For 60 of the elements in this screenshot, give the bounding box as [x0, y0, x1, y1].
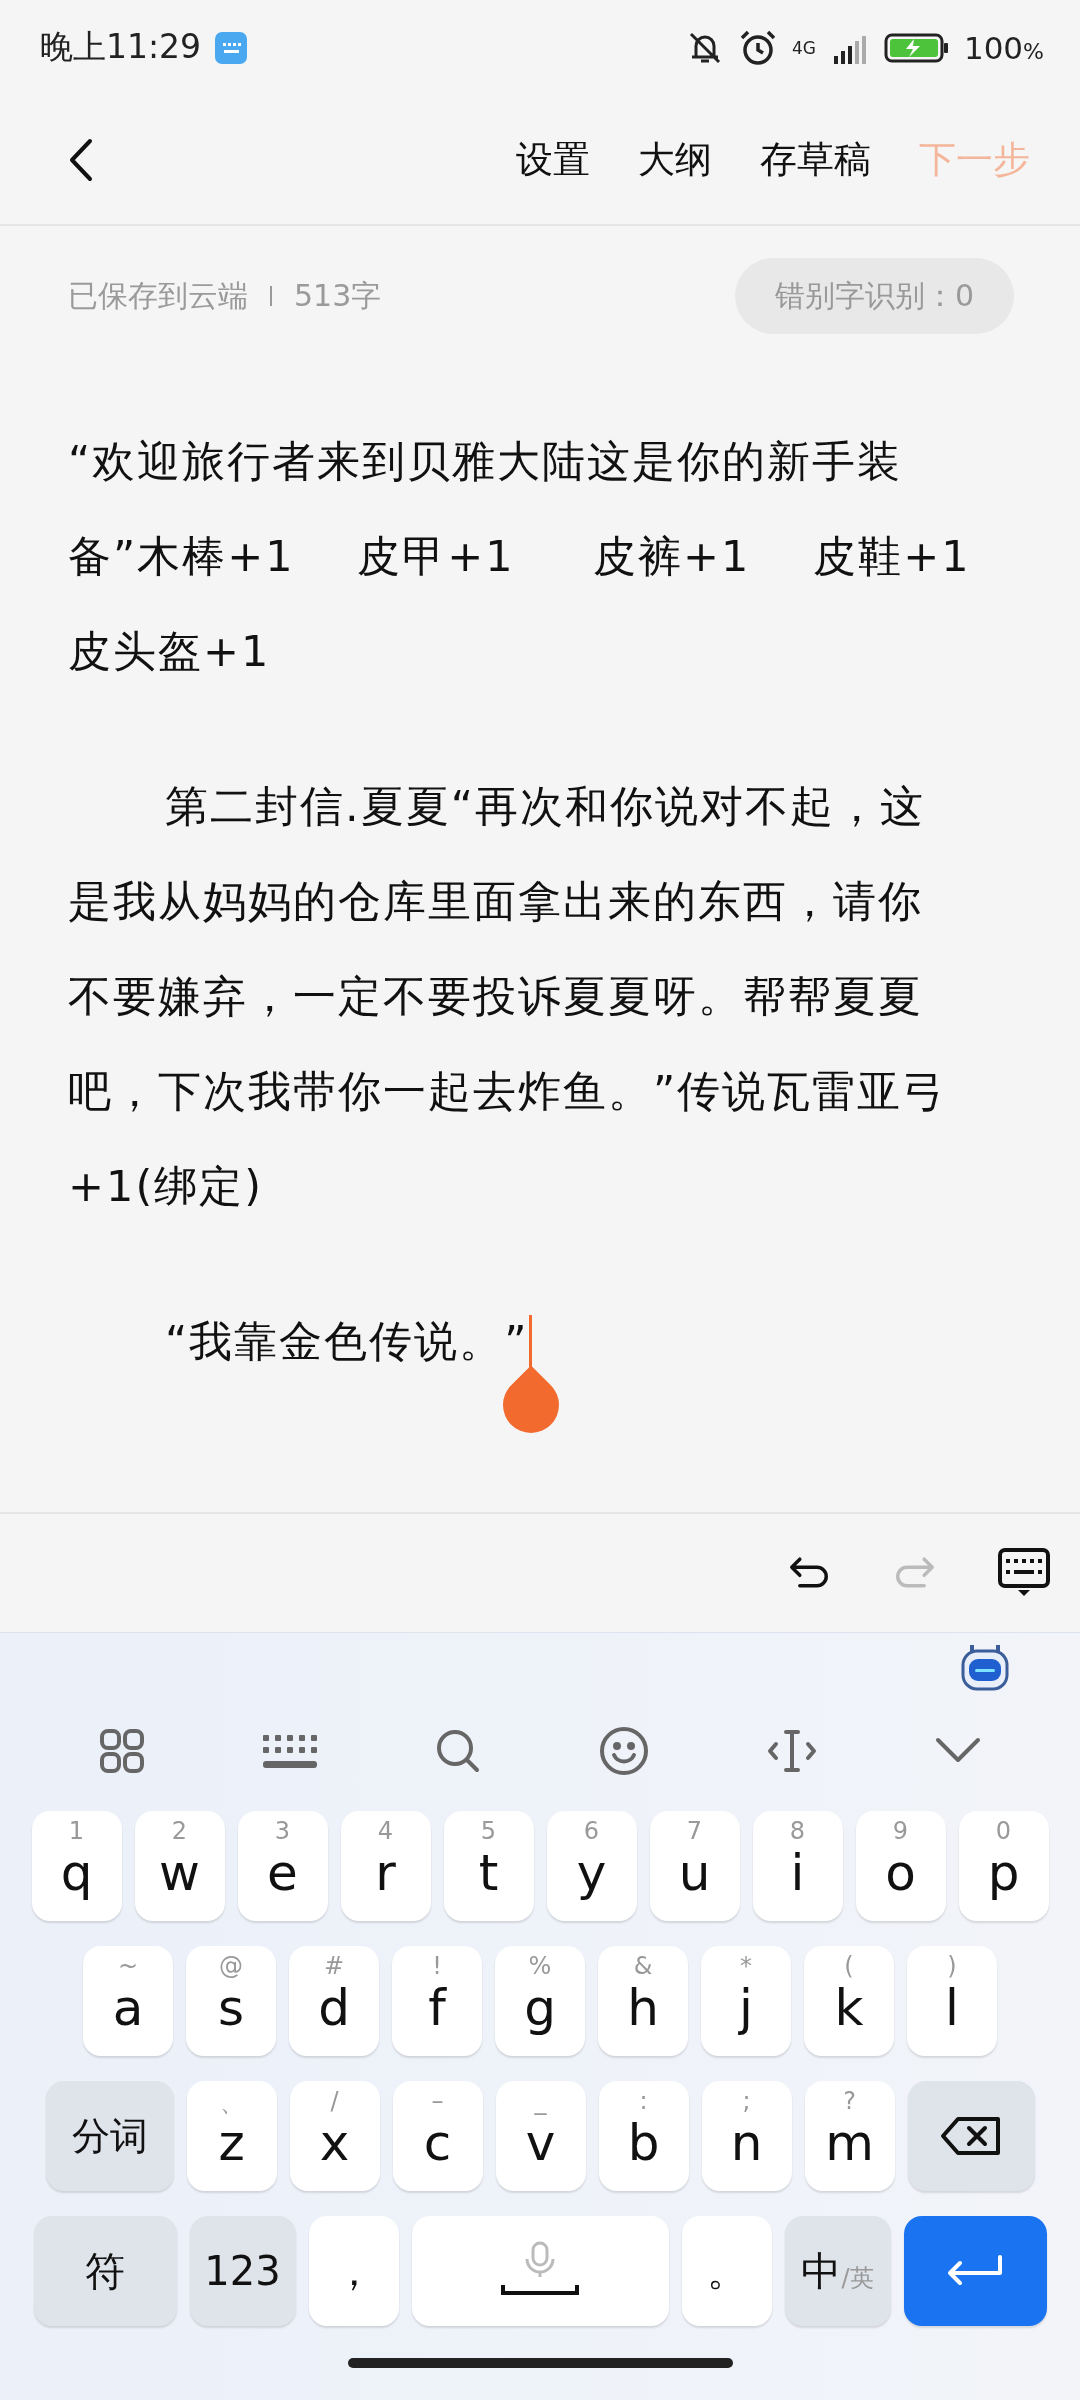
key[interactable]: 1 q — [31, 1811, 122, 1921]
nav-button[interactable]: 设置 — [496, 134, 610, 185]
key[interactable]: : b — [598, 2081, 689, 2191]
text-line: 吧，下次我带你一起去炸鱼。”传说瓦雷亚弓 — [68, 1066, 948, 1116]
text-line: “我靠金色传说。” — [164, 1316, 529, 1366]
key[interactable]: / x — [289, 2081, 380, 2191]
key[interactable]: 4 r — [340, 1811, 431, 1921]
text-line: 是我从妈妈的仓库里面拿出来的东西，请你 — [68, 876, 923, 926]
key[interactable]: 6 y — [546, 1811, 637, 1921]
status-time: 晚上11:29 — [40, 26, 202, 68]
key[interactable]: ; n — [701, 2081, 792, 2191]
text-line: 第二封信.夏夏“再次和你说对不起，这 — [164, 781, 925, 831]
nav-button[interactable]: 存草稿 — [740, 134, 891, 185]
key[interactable]: ~ a — [83, 1946, 173, 2056]
robot-icon[interactable] — [960, 1643, 1010, 1691]
emoji-icon[interactable] — [599, 1726, 649, 1776]
save-status: 已保存到云端 — [68, 276, 248, 315]
backspace-icon — [940, 2116, 1002, 2156]
key[interactable]: @ s — [186, 1946, 276, 2056]
keyboard-icon — [215, 31, 248, 64]
key[interactable]: # d — [289, 1946, 379, 2056]
key[interactable]: 123 — [189, 2216, 296, 2326]
key[interactable]: ? m — [804, 2081, 895, 2191]
key[interactable]: 9 o — [855, 1811, 946, 1921]
key[interactable]: 7 u — [649, 1811, 740, 1921]
apps-icon[interactable] — [99, 1728, 145, 1774]
key[interactable]: 8 i — [752, 1811, 843, 1921]
text-line: 皮头盔+1 — [68, 626, 271, 676]
enter-key[interactable] — [903, 2216, 1047, 2326]
text-line: 不要嫌弃，一定不要投诉夏夏呀。帮帮夏夏 — [68, 971, 923, 1021]
key[interactable]: 2 w — [134, 1811, 225, 1921]
text-line: 备”木棒+1 皮甲+1 皮裤+1 皮鞋+1 — [68, 531, 971, 581]
key[interactable]: 、 z — [186, 2081, 277, 2191]
word-count: 513字 — [294, 276, 382, 315]
text-line: “欢迎旅行者来到贝雅大陆这是你的新手装 — [68, 436, 903, 486]
key[interactable]: ( k — [804, 1946, 894, 2056]
key[interactable]: % g — [495, 1946, 585, 2056]
key[interactable]: 符 — [33, 2216, 177, 2326]
text-line: +1(绑定) — [68, 1161, 263, 1211]
key[interactable]: & h — [598, 1946, 688, 2056]
cursor-move-icon[interactable] — [767, 1728, 817, 1774]
key[interactable]: 3 e — [237, 1811, 328, 1921]
key[interactable]: * j — [701, 1946, 791, 2056]
key[interactable]: 0 p — [958, 1811, 1049, 1921]
language-key[interactable]: 中/英 — [784, 2216, 891, 2326]
key[interactable]: 分词 — [45, 2081, 174, 2191]
keyboard-hide-icon[interactable] — [998, 1548, 1050, 1598]
key[interactable]: 。 — [681, 2216, 772, 2326]
key[interactable]: 5 t — [443, 1811, 534, 1921]
key[interactable]: _ v — [495, 2081, 586, 2191]
network-type: 4G — [791, 37, 816, 58]
key[interactable]: ! f — [392, 1946, 482, 2056]
backspace-key[interactable] — [907, 2081, 1035, 2191]
battery-icon — [883, 31, 950, 64]
key[interactable]: – c — [392, 2081, 483, 2191]
nav-button[interactable]: 大纲 — [618, 134, 732, 185]
search-icon[interactable] — [435, 1728, 481, 1774]
battery-level: 100% — [963, 29, 1044, 66]
key[interactable]: ) l — [907, 1946, 997, 2056]
key[interactable]: ， — [308, 2216, 399, 2326]
